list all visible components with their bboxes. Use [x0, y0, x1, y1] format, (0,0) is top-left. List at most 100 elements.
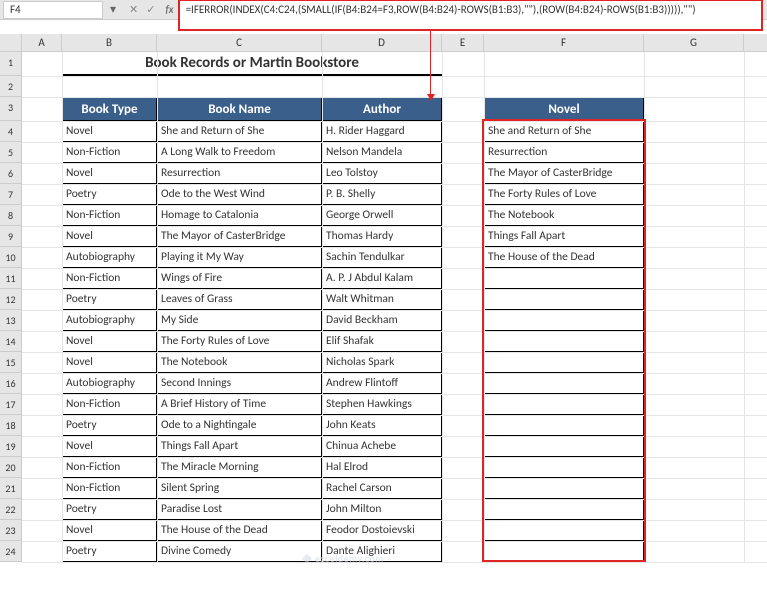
column-header-d[interactable]: D	[322, 34, 442, 51]
fx-icon[interactable]: fx	[165, 3, 173, 16]
column-header-c[interactable]: C	[157, 34, 322, 51]
novel-cell-10[interactable]: The House of the Dead	[484, 247, 644, 268]
cell-c-8[interactable]: Homage to Catalonia	[157, 205, 322, 226]
cell-c-9[interactable]: The Mayor of CasterBridge	[157, 226, 322, 247]
novel-cell-22[interactable]	[484, 499, 644, 520]
cell-c-10[interactable]: Playing it My Way	[157, 247, 322, 268]
novel-cell-18[interactable]	[484, 415, 644, 436]
row-header-8[interactable]: 8	[0, 205, 22, 226]
cell-b-16[interactable]: Autobiography	[62, 373, 157, 394]
row-header-22[interactable]: 22	[0, 499, 22, 520]
row-header-3[interactable]: 3	[0, 97, 22, 121]
novel-cell-15[interactable]	[484, 352, 644, 373]
cell-b-11[interactable]: Non-Fiction	[62, 268, 157, 289]
cell-c-7[interactable]: Ode to the West Wind	[157, 184, 322, 205]
spreadsheet-grid[interactable]: Book Records or Martin Bookstore Book Ty…	[22, 52, 767, 562]
column-header-g[interactable]: G	[644, 34, 744, 51]
cell-c-6[interactable]: Resurrection	[157, 163, 322, 184]
select-all-corner[interactable]	[0, 34, 22, 51]
novel-cell-7[interactable]: The Forty Rules of Love	[484, 184, 644, 205]
cell-c-17[interactable]: A Brief History of Time	[157, 394, 322, 415]
cell-b-4[interactable]: Novel	[62, 121, 157, 142]
novel-cell-4[interactable]: She and Return of She	[484, 121, 644, 142]
novel-cell-6[interactable]: The Mayor of CasterBridge	[484, 163, 644, 184]
cell-d-8[interactable]: George Orwell	[322, 205, 442, 226]
cell-d-14[interactable]: Elif Shafak	[322, 331, 442, 352]
row-header-15[interactable]: 15	[0, 352, 22, 373]
cell-b-23[interactable]: Novel	[62, 520, 157, 541]
cell-b-10[interactable]: Autobiography	[62, 247, 157, 268]
cell-d-7[interactable]: P. B. Shelly	[322, 184, 442, 205]
cell-d-23[interactable]: Feodor Dostoievski	[322, 520, 442, 541]
cell-c-11[interactable]: Wings of Fire	[157, 268, 322, 289]
cell-b-7[interactable]: Poetry	[62, 184, 157, 205]
cell-c-4[interactable]: She and Return of She	[157, 121, 322, 142]
name-box[interactable]: F4	[3, 1, 103, 19]
row-header-7[interactable]: 7	[0, 184, 22, 205]
column-header-f[interactable]: F	[484, 34, 644, 51]
cell-d-22[interactable]: John Milton	[322, 499, 442, 520]
row-header-24[interactable]: 24	[0, 541, 22, 562]
row-header-11[interactable]: 11	[0, 268, 22, 289]
cell-d-15[interactable]: Nicholas Spark	[322, 352, 442, 373]
cell-c-21[interactable]: Silent Spring	[157, 478, 322, 499]
cell-d-19[interactable]: Chinua Achebe	[322, 436, 442, 457]
cell-d-17[interactable]: Stephen Hawkings	[322, 394, 442, 415]
cell-c-12[interactable]: Leaves of Grass	[157, 289, 322, 310]
row-header-23[interactable]: 23	[0, 520, 22, 541]
novel-cell-8[interactable]: The Notebook	[484, 205, 644, 226]
novel-cell-14[interactable]	[484, 331, 644, 352]
row-header-21[interactable]: 21	[0, 478, 22, 499]
cell-d-13[interactable]: David Beckham	[322, 310, 442, 331]
row-header-10[interactable]: 10	[0, 247, 22, 268]
cell-b-24[interactable]: Poetry	[62, 541, 157, 562]
novel-cell-12[interactable]	[484, 289, 644, 310]
novel-cell-24[interactable]	[484, 541, 644, 562]
row-header-9[interactable]: 9	[0, 226, 22, 247]
row-header-4[interactable]: 4	[0, 121, 22, 142]
cell-b-21[interactable]: Non-Fiction	[62, 478, 157, 499]
row-header-1[interactable]: 1	[0, 52, 22, 76]
cell-d-12[interactable]: Walt Whitman	[322, 289, 442, 310]
novel-cell-21[interactable]	[484, 478, 644, 499]
column-header-a[interactable]: A	[22, 34, 62, 51]
cell-c-24[interactable]: Divine Comedy	[157, 541, 322, 562]
row-header-18[interactable]: 18	[0, 415, 22, 436]
row-header-6[interactable]: 6	[0, 163, 22, 184]
cell-c-22[interactable]: Paradise Lost	[157, 499, 322, 520]
cell-b-15[interactable]: Novel	[62, 352, 157, 373]
cell-c-19[interactable]: Things Fall Apart	[157, 436, 322, 457]
cell-c-15[interactable]: The Notebook	[157, 352, 322, 373]
row-header-13[interactable]: 13	[0, 310, 22, 331]
row-header-19[interactable]: 19	[0, 436, 22, 457]
cell-d-20[interactable]: Hal Elrod	[322, 457, 442, 478]
cell-d-9[interactable]: Thomas Hardy	[322, 226, 442, 247]
cell-c-18[interactable]: Ode to a Nightingale	[157, 415, 322, 436]
cell-b-14[interactable]: Novel	[62, 331, 157, 352]
cell-d-21[interactable]: Rachel Carson	[322, 478, 442, 499]
novel-cell-5[interactable]: Resurrection	[484, 142, 644, 163]
row-header-5[interactable]: 5	[0, 142, 22, 163]
novel-cell-20[interactable]	[484, 457, 644, 478]
cell-b-5[interactable]: Non-Fiction	[62, 142, 157, 163]
row-header-2[interactable]: 2	[0, 76, 22, 97]
name-box-dropdown-icon[interactable]: ▾	[107, 3, 119, 17]
row-header-17[interactable]: 17	[0, 394, 22, 415]
cell-b-17[interactable]: Non-Fiction	[62, 394, 157, 415]
novel-cell-11[interactable]	[484, 268, 644, 289]
confirm-icon[interactable]: ✓	[146, 3, 155, 16]
novel-cell-16[interactable]	[484, 373, 644, 394]
column-header-e[interactable]: E	[442, 34, 484, 51]
cell-b-9[interactable]: Novel	[62, 226, 157, 247]
cell-b-13[interactable]: Autobiography	[62, 310, 157, 331]
row-header-20[interactable]: 20	[0, 457, 22, 478]
cell-b-12[interactable]: Poetry	[62, 289, 157, 310]
cell-c-5[interactable]: A Long Walk to Freedom	[157, 142, 322, 163]
cell-b-6[interactable]: Novel	[62, 163, 157, 184]
novel-cell-17[interactable]	[484, 394, 644, 415]
cancel-icon[interactable]: ✕	[129, 3, 138, 16]
column-header-b[interactable]: B	[62, 34, 157, 51]
novel-cell-19[interactable]	[484, 436, 644, 457]
cell-b-8[interactable]: Non-Fiction	[62, 205, 157, 226]
cell-d-16[interactable]: Andrew Flintoff	[322, 373, 442, 394]
